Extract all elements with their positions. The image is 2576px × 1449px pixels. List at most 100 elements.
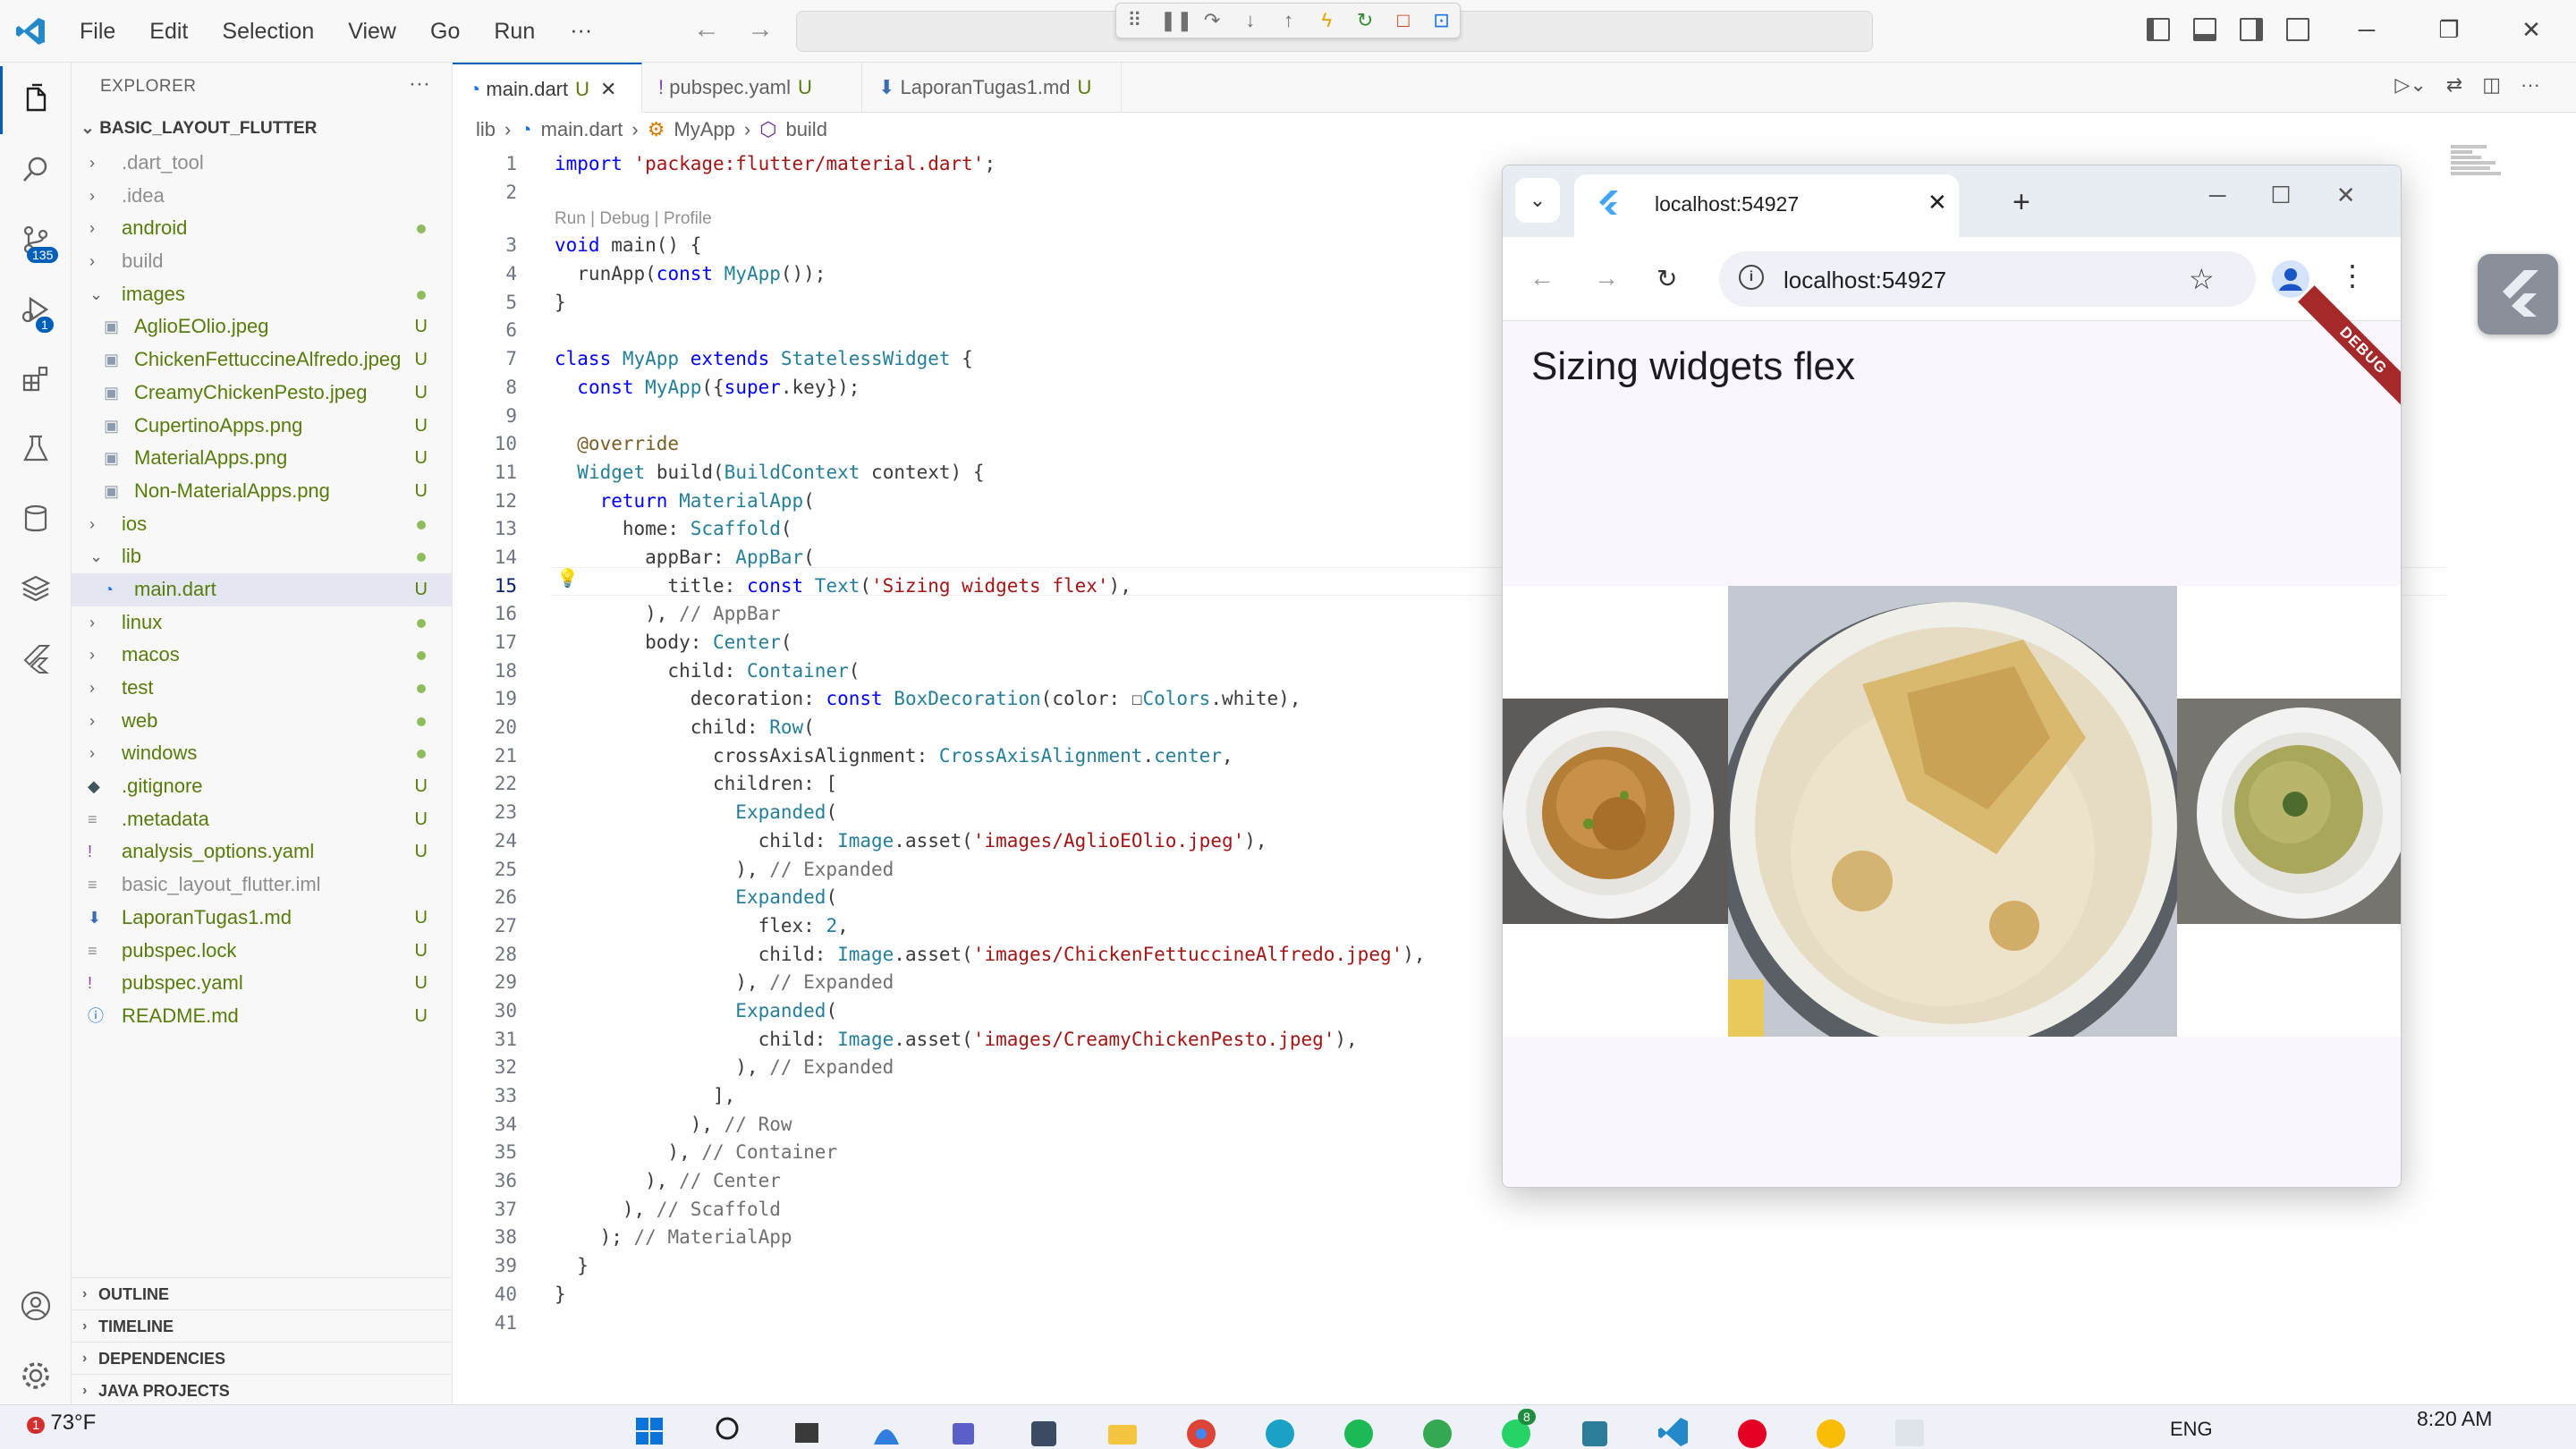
menu-edit[interactable]: Edit: [132, 0, 205, 63]
customize-layout-icon[interactable]: [2286, 18, 2309, 41]
tree-file[interactable]: ◔ main.dart U: [72, 572, 453, 606]
extensions-icon[interactable]: [0, 345, 72, 413]
chrome-alt-icon[interactable]: [1811, 1405, 1851, 1449]
workspace-root[interactable]: ⌄ BASIC_LAYOUT_FLUTTER: [80, 118, 317, 139]
start-icon[interactable]: [631, 1405, 670, 1449]
more-actions-icon[interactable]: ···: [2521, 73, 2540, 97]
tree-file[interactable]: ⓘ README.md U: [72, 1000, 453, 1033]
tree-file[interactable]: ≡ .metadata U: [72, 803, 453, 836]
tree-folder[interactable]: › windows: [72, 737, 453, 770]
run-dropdown-icon[interactable]: ▷⌄: [2394, 73, 2426, 97]
tree-file[interactable]: ! analysis_options.yaml U: [72, 835, 453, 869]
tree-file[interactable]: ▣ CupertinoApps.png U: [72, 410, 453, 443]
close-icon[interactable]: ✕: [2336, 182, 2356, 209]
tree-folder[interactable]: › test: [72, 672, 453, 705]
dependencies-section[interactable]: › DEPENDENCIES: [72, 1342, 453, 1374]
split-editor-icon[interactable]: ◫: [2482, 73, 2501, 97]
tab-pubspec-yaml[interactable]: ! pubspec.yaml U: [642, 63, 862, 113]
flutter-icon[interactable]: [0, 624, 72, 692]
tree-folder[interactable]: ⌄ images: [72, 278, 453, 311]
browser-menu-icon[interactable]: ⋮: [2338, 258, 2367, 292]
hot-restart-icon[interactable]: ↻: [1352, 9, 1378, 32]
tree-file[interactable]: ⬇ LaporanTugas1.md U: [72, 902, 453, 935]
step-over-icon[interactable]: ↷: [1199, 9, 1225, 32]
tree-folder[interactable]: › macos: [72, 639, 453, 672]
tree-file[interactable]: ▣ ChickenFettuccineAlfredo.jpeg U: [72, 343, 453, 377]
tree-folder[interactable]: › ios: [72, 508, 453, 541]
close-tab-icon[interactable]: ✕: [1928, 189, 1947, 216]
restore-icon[interactable]: ❐: [2408, 0, 2490, 63]
drag-handle-icon[interactable]: ⠿: [1122, 9, 1148, 32]
step-into-icon[interactable]: ↓: [1238, 9, 1264, 32]
breadcrumb-item[interactable]: main.dart: [541, 118, 623, 141]
address-bar[interactable]: i localhost:54927 ☆: [1719, 251, 2256, 307]
timeline-section[interactable]: › TIMELINE: [72, 1309, 453, 1342]
tree-file[interactable]: ◆ .gitignore U: [72, 770, 453, 803]
menu-file[interactable]: File: [63, 0, 132, 63]
snipping-tool-icon[interactable]: [1575, 1405, 1614, 1449]
minimize-icon[interactable]: ─: [2209, 182, 2225, 209]
hot-reload-icon[interactable]: ϟ: [1314, 9, 1340, 32]
account-icon[interactable]: [0, 1272, 72, 1340]
run-debug-icon[interactable]: 1: [0, 275, 72, 343]
tree-file[interactable]: ▣ MaterialApps.png U: [72, 442, 453, 475]
tree-folder[interactable]: › build: [72, 245, 453, 278]
compare-icon[interactable]: ⇄: [2446, 73, 2462, 97]
database-icon[interactable]: [0, 485, 72, 553]
task-view-icon[interactable]: [788, 1405, 827, 1449]
tree-file[interactable]: ▣ CreamyChickenPesto.jpeg U: [72, 377, 453, 410]
tree-folder[interactable]: › web: [72, 705, 453, 738]
toggle-secondary-sidebar-icon[interactable]: [2240, 18, 2263, 41]
tree-file[interactable]: ▣ Non-MaterialApps.png U: [72, 475, 453, 508]
tree-folder[interactable]: › .idea: [72, 180, 453, 213]
pinterest-icon[interactable]: [1733, 1405, 1772, 1449]
clock[interactable]: 8:20 AM: [2417, 1407, 2492, 1431]
tree-file[interactable]: ! pubspec.yaml U: [72, 967, 453, 1000]
toggle-panel-icon[interactable]: [2193, 18, 2216, 41]
pause-icon[interactable]: ❚❚: [1160, 9, 1193, 32]
forward-arrow-icon[interactable]: →: [747, 14, 774, 45]
tree-folder[interactable]: › linux: [72, 606, 453, 640]
whatsapp-icon[interactable]: 8: [1496, 1405, 1536, 1449]
site-info-icon[interactable]: i: [1739, 265, 1764, 290]
menu-go[interactable]: Go: [413, 0, 477, 63]
layers-icon[interactable]: [0, 555, 72, 623]
outline-section[interactable]: › OUTLINE: [72, 1277, 453, 1309]
bookmark-star-icon[interactable]: ☆: [2189, 262, 2215, 296]
reload-icon[interactable]: ↻: [1657, 264, 1677, 293]
close-tab-icon[interactable]: ✕: [600, 78, 616, 100]
spotify-icon[interactable]: [1339, 1405, 1378, 1449]
back-arrow-icon[interactable]: ←: [1530, 264, 1555, 292]
input-language[interactable]: ENG: [2170, 1418, 2213, 1441]
calendar-icon[interactable]: [1024, 1405, 1063, 1449]
vscode-taskbar-icon[interactable]: [1654, 1405, 1693, 1449]
code-lens[interactable]: Run | Debug | Profile: [453, 207, 1571, 232]
settings-gear-icon[interactable]: [0, 1342, 72, 1410]
edge-icon[interactable]: [1260, 1405, 1300, 1449]
inspect-widget-icon[interactable]: ⊡: [1428, 9, 1454, 32]
sidebar-more-button[interactable]: ···: [409, 72, 430, 97]
menu-view[interactable]: View: [331, 0, 413, 63]
source-control-icon[interactable]: 135: [0, 206, 72, 274]
tree-folder[interactable]: › .dart_tool: [72, 147, 453, 180]
new-tab-button[interactable]: +: [2012, 185, 2030, 220]
tab-search-icon[interactable]: ⌄: [1515, 178, 1560, 223]
tree-file[interactable]: ▣ AglioEOlio.jpeg U: [72, 310, 453, 343]
flutter-devtools-widget[interactable]: [2478, 254, 2558, 335]
java-projects-section[interactable]: › JAVA PROJECTS: [72, 1374, 453, 1406]
back-arrow-icon[interactable]: ←: [693, 14, 720, 45]
menu-run[interactable]: Run: [477, 0, 552, 63]
tab-main-dart[interactable]: ◔ main.dart U ✕: [453, 63, 642, 113]
chrome-profile-icon[interactable]: [1418, 1405, 1457, 1449]
browser-tab[interactable]: localhost:54927 ✕: [1574, 174, 1959, 237]
profile-avatar-icon[interactable]: [2272, 260, 2309, 298]
flutter-app-icon[interactable]: [1890, 1405, 1929, 1449]
tree-folder[interactable]: ⌄ lib: [72, 540, 453, 573]
search-icon[interactable]: [709, 1405, 749, 1449]
tree-file[interactable]: ≡ pubspec.lock U: [72, 935, 453, 968]
breadcrumb-item[interactable]: build: [785, 118, 826, 141]
menu-more-button[interactable]: ···: [552, 18, 610, 44]
lightbulb-icon[interactable]: 💡: [556, 567, 579, 589]
tab-laporan-md[interactable]: ⬇ LaporanTugas1.md U: [862, 63, 1122, 113]
breadcrumb-item[interactable]: lib: [476, 118, 496, 141]
